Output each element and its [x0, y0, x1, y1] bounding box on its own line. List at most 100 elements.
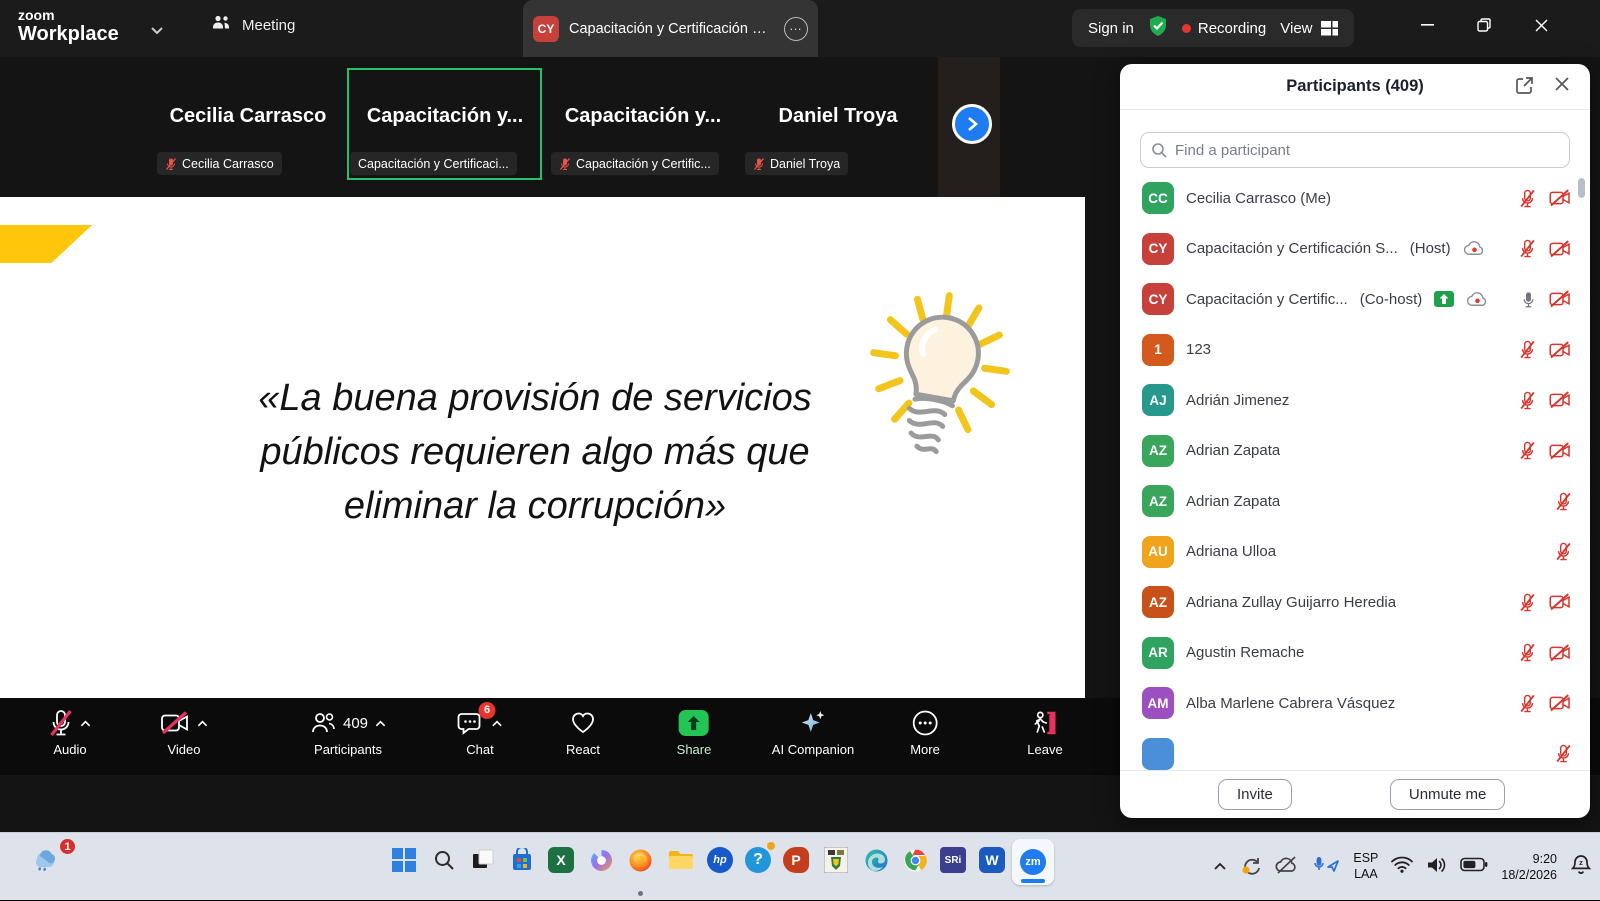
- security-shield-icon[interactable]: [1148, 15, 1168, 41]
- hp-icon[interactable]: hp: [704, 844, 736, 876]
- copilot-icon[interactable]: [585, 844, 617, 876]
- panel-scrollbar[interactable]: [1578, 178, 1585, 198]
- firefox-icon[interactable]: [624, 844, 656, 876]
- weather-widget[interactable]: [28, 843, 62, 878]
- tray-chevron-up-icon[interactable]: [1213, 858, 1227, 876]
- tab-meeting[interactable]: Meeting: [210, 14, 295, 36]
- participant-name: 123: [1186, 341, 1211, 358]
- participant-row[interactable]: AZAdriana Zullay Guijarro Heredia: [1120, 577, 1590, 628]
- participant-row[interactable]: AZAdrian Zapata: [1120, 426, 1590, 477]
- task-view-icon[interactable]: [467, 844, 499, 876]
- powerpoint-icon[interactable]: P: [780, 844, 812, 876]
- participant-row[interactable]: CYCapacitación y Certificación S...(Host…: [1120, 224, 1590, 275]
- file-explorer-icon[interactable]: [665, 844, 697, 876]
- language-indicator[interactable]: ESPLAA: [1353, 851, 1378, 882]
- pop-out-icon[interactable]: [1515, 76, 1534, 100]
- participant-row[interactable]: AUAdriana Ulloa: [1120, 527, 1590, 578]
- onedrive-sync-icon[interactable]: [1240, 854, 1262, 881]
- mic-location-indicators-icon[interactable]: [1312, 855, 1340, 880]
- camera-off-icon: [1548, 290, 1572, 308]
- excel-icon[interactable]: X: [545, 844, 577, 876]
- audio-button[interactable]: Audio: [49, 708, 91, 757]
- camera-off-icon: [1548, 391, 1572, 409]
- start-button[interactable]: [388, 844, 420, 876]
- crest-app-icon[interactable]: [820, 844, 852, 876]
- sri-icon[interactable]: SRi: [937, 844, 969, 876]
- mic-muted-icon: [1555, 542, 1572, 561]
- tab-active-meeting[interactable]: CY Capacitación y Certificación Serco …: [523, 0, 818, 57]
- cloud-offline-icon[interactable]: [1275, 855, 1299, 880]
- recording-label: Recording: [1198, 20, 1266, 37]
- participant-row[interactable]: [1120, 729, 1590, 771]
- share-button[interactable]: Share: [677, 708, 712, 757]
- workspace-chevron-down-icon[interactable]: [150, 22, 164, 40]
- screen-share-badge: [1434, 291, 1454, 307]
- next-participants-button[interactable]: [952, 104, 992, 144]
- lightbulb-illustration: [865, 287, 1015, 477]
- participant-row[interactable]: AMAlba Marlene Cabrera Vásquez: [1120, 678, 1590, 729]
- restore-button[interactable]: [1461, 0, 1507, 50]
- search-icon: [1151, 142, 1167, 158]
- titlebar-controls: Sign in Recording View: [1072, 9, 1354, 47]
- wifi-icon[interactable]: [1391, 856, 1413, 878]
- ai-companion-button[interactable]: AI Companion: [772, 708, 854, 757]
- zoom-workplace-logo: zoom Workplace: [18, 8, 119, 44]
- audio-options-chevron-icon[interactable]: [80, 720, 91, 727]
- participants-icon: [310, 711, 336, 735]
- svg-text:z: z: [1579, 858, 1583, 867]
- view-button[interactable]: View: [1280, 20, 1337, 37]
- invite-button[interactable]: Invite: [1218, 779, 1292, 810]
- volume-icon[interactable]: [1426, 856, 1447, 879]
- notification-bell-icon[interactable]: z: [1570, 854, 1592, 881]
- participants-panel: Participants (409) Find a participant CC…: [1120, 64, 1590, 818]
- participant-avatar: AZ: [1142, 586, 1174, 618]
- participant-name: Capacitación y Certificación S...: [1186, 240, 1398, 257]
- participant-row[interactable]: AJAdrián Jimenez: [1120, 375, 1590, 426]
- get-help-icon[interactable]: ?: [742, 844, 774, 876]
- participant-row[interactable]: CYCapacitación y Certific...(Co-host): [1120, 274, 1590, 325]
- participant-name: Agustin Remache: [1186, 644, 1304, 661]
- react-button[interactable]: React: [566, 708, 600, 757]
- close-panel-icon[interactable]: [1554, 76, 1570, 97]
- battery-icon[interactable]: [1460, 857, 1488, 877]
- chat-badge: 6: [479, 702, 496, 719]
- chat-options-chevron-icon[interactable]: [492, 720, 503, 727]
- more-button[interactable]: More: [910, 708, 940, 757]
- mic-muted-icon: [49, 709, 73, 737]
- minimize-button[interactable]: [1404, 0, 1450, 50]
- participant-name: Adriana Ulloa: [1186, 543, 1276, 560]
- participant-avatar: 1: [1142, 334, 1174, 366]
- unmute-me-button[interactable]: Unmute me: [1390, 779, 1506, 810]
- sign-in-button[interactable]: Sign in: [1088, 20, 1134, 37]
- video-button[interactable]: Video: [160, 708, 208, 757]
- tab-more-icon[interactable]: …: [784, 17, 808, 41]
- participant-avatar: CC: [1142, 182, 1174, 214]
- mic-muted-icon: [559, 157, 571, 171]
- participants-panel-footer: Invite Unmute me: [1120, 770, 1590, 818]
- participant-avatar: AZ: [1142, 435, 1174, 467]
- more-label: More: [910, 742, 940, 757]
- close-button[interactable]: [1518, 0, 1564, 50]
- participants-button[interactable]: 409 Participants: [310, 708, 386, 757]
- chat-button[interactable]: 6 Chat: [458, 708, 503, 757]
- participants-panel-title: Participants (409): [1286, 77, 1424, 96]
- leave-button[interactable]: Leave: [1027, 708, 1062, 757]
- recording-indicator[interactable]: Recording: [1182, 20, 1266, 37]
- camera-off-icon: [1548, 189, 1572, 207]
- word-icon[interactable]: W: [976, 844, 1008, 876]
- participant-avatar: AR: [1142, 637, 1174, 669]
- chrome-icon[interactable]: [899, 844, 931, 876]
- edge-icon[interactable]: [860, 844, 892, 876]
- zoom-app-icon[interactable]: zm: [1017, 846, 1049, 878]
- participants-options-chevron-icon[interactable]: [375, 720, 386, 727]
- participant-row[interactable]: 1 123: [1120, 325, 1590, 376]
- participant-row[interactable]: AZAdrian Zapata: [1120, 476, 1590, 527]
- tray-clock[interactable]: 9:2018/2/2026: [1501, 851, 1557, 884]
- find-participant-input[interactable]: Find a participant: [1140, 132, 1570, 168]
- microsoft-store-icon[interactable]: [506, 844, 538, 876]
- participant-row[interactable]: CCCecilia Carrasco (Me): [1120, 173, 1590, 224]
- video-options-chevron-icon[interactable]: [197, 720, 208, 727]
- participant-row[interactable]: AR Agustin Remache: [1120, 628, 1590, 679]
- mic-muted-icon: [1519, 189, 1536, 208]
- taskbar-search-icon[interactable]: [428, 844, 460, 876]
